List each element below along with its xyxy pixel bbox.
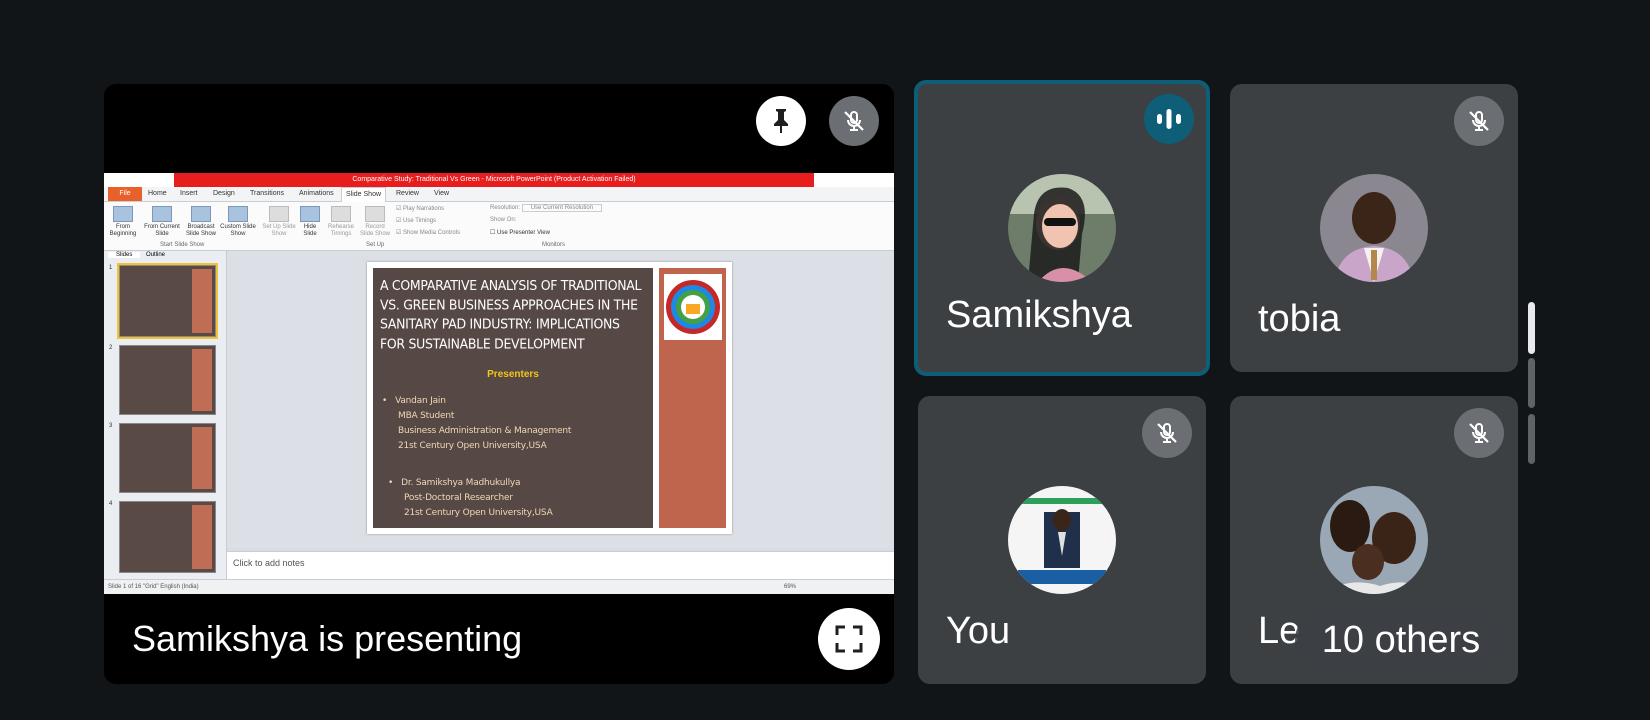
ppt-custom-show: Custom Slide Show: [220, 206, 256, 238]
avatar: [1008, 486, 1116, 594]
pin-button[interactable]: [756, 96, 806, 146]
ppt-pane-tabs: Slides Outline: [104, 251, 226, 261]
avatar: [1320, 486, 1428, 594]
ppt-statusbar: Slide 1 of 16 "Grid" English (India) 69%: [104, 579, 894, 594]
mic-off-icon: [1157, 423, 1177, 443]
ppt-thumb-3: [119, 423, 216, 493]
ppt-tab-animations: Animations: [299, 190, 334, 197]
slide-presenter-2-name: • Dr. Samikshya Madhukullya: [388, 478, 521, 488]
ppt-from-current: From Current Slide: [144, 206, 180, 238]
shared-screen-powerpoint: Comparative Study: Traditional Vs Green …: [104, 173, 894, 594]
ppt-notes-placeholder: Click to add notes: [233, 558, 305, 568]
ppt-current-slide: A COMPARATIVE ANALYSIS OF TRADITIONAL VS…: [367, 262, 732, 534]
ppt-chk-timings: ☑ Use Timings: [396, 218, 437, 224]
ppt-notes-pane: Click to add notes: [227, 551, 894, 580]
ppt-thumb-2: [119, 345, 216, 415]
ppt-ribbon-tabs: File Home Insert Design Transitions Anim…: [104, 187, 894, 202]
slide-presenter-1-name: • Vandan Jain: [382, 396, 446, 406]
ppt-status-left: Slide 1 of 16 "Grid" English (India): [108, 584, 199, 590]
ppt-tab-review: Review: [396, 190, 419, 197]
ppt-record: Record Slide Show: [358, 206, 392, 238]
participant-tile-samikshya[interactable]: Samikshya: [914, 80, 1210, 376]
slide-presenter-1-role: MBA Student: [398, 411, 455, 421]
others-count-chip[interactable]: 10 others: [1295, 608, 1507, 672]
presenter-mic-off-button[interactable]: [829, 96, 879, 146]
fullscreen-button[interactable]: [818, 608, 880, 670]
ppt-group-setup: Set Up: [366, 242, 385, 248]
ppt-thumb-num-4: 4: [109, 501, 113, 507]
ppt-thumb-num-2: 2: [109, 345, 113, 351]
ppt-tab-design: Design: [213, 190, 235, 197]
participant-name-partial: Le: [1258, 610, 1301, 652]
ppt-broadcast: Broadcast Slide Show: [184, 206, 218, 238]
ppt-thumb-num-3: 3: [109, 423, 113, 429]
slide-presenters-heading: Presenters: [487, 369, 539, 380]
presentation-tile[interactable]: Comparative Study: Traditional Vs Green …: [104, 84, 894, 684]
participant-tile-tobia[interactable]: tobia: [1230, 84, 1518, 372]
slide-presenter-1-dept: Business Administration & Management: [398, 426, 572, 436]
you-mic-off-button[interactable]: [1142, 408, 1192, 458]
ppt-chk-media: ☑ Show Media Controls: [396, 230, 461, 236]
ppt-tab-slide-show: Slide Show: [341, 187, 387, 202]
pin-icon: [774, 109, 788, 133]
ppt-chk-presenter-view: ☐ Use Presenter View: [490, 230, 550, 236]
ppt-zoom: 69%: [784, 584, 797, 590]
slide-presenter-2-role: Post-Doctoral Researcher: [404, 493, 513, 503]
ppt-resolution: Resolution: Use Current Resolution: [490, 204, 603, 212]
ppt-rehearse: Rehearse Timings: [326, 206, 356, 238]
fullscreen-icon: [835, 625, 863, 653]
avatar: [1320, 174, 1428, 282]
presenting-caption: Samikshya is presenting: [132, 618, 523, 659]
ppt-slides-pane: Slides Outline 1 2 3 4: [104, 251, 227, 579]
ppt-ribbon: From Beginning From Current Slide Broadc…: [104, 202, 894, 251]
ppt-group-start: Start Slide Show: [160, 242, 205, 248]
ppt-chk-narrations: ☑ Play Narrations: [396, 206, 445, 212]
participant-tile-you[interactable]: You: [918, 396, 1206, 684]
ppt-from-beginning: From Beginning: [106, 206, 140, 238]
scroll-page-2[interactable]: [1528, 358, 1535, 408]
slide-presenter-2-univ: 21st Century Open University,USA: [404, 508, 553, 518]
scroll-thumb[interactable]: [1528, 302, 1535, 354]
mic-off-icon: [844, 111, 864, 131]
mic-off-icon: [1469, 423, 1489, 443]
scroll-page-3[interactable]: [1528, 414, 1535, 464]
university-logo: [664, 274, 722, 340]
ppt-tab-file: File: [108, 187, 142, 201]
ppt-tab-insert: Insert: [180, 190, 198, 197]
ppt-tab-transitions: Transitions: [250, 190, 284, 197]
ppt-hide-slide: Hide Slide: [298, 206, 322, 238]
avatar: [1008, 174, 1116, 282]
slide-presenter-1-univ: 21st Century Open University,USA: [398, 441, 547, 451]
tobia-mic-off: [1454, 96, 1504, 146]
participant-name-tobia: tobia: [1258, 298, 1341, 340]
ppt-titlebar: Comparative Study: Traditional Vs Green …: [104, 173, 894, 187]
mic-off-icon: [1469, 111, 1489, 131]
ppt-tab-view: View: [434, 190, 450, 197]
participant-name-you: You: [946, 610, 1011, 652]
ppt-thumb-4: [119, 501, 216, 573]
participant-name-samikshya: Samikshya: [946, 294, 1132, 336]
speaking-indicator: [1144, 94, 1194, 144]
fourth-mic-off: [1454, 408, 1504, 458]
ppt-thumb-1: [117, 263, 218, 339]
ppt-group-monitors: Monitors: [542, 242, 566, 248]
ppt-thumb-num-1: 1: [109, 265, 113, 271]
ppt-setup-show: Set Up Slide Show: [262, 206, 296, 238]
ppt-show-on: Show On:: [490, 217, 517, 223]
ppt-window-title: Comparative Study: Traditional Vs Green …: [174, 173, 814, 187]
ppt-tab-home: Home: [148, 190, 167, 197]
slide-title: A COMPARATIVE ANALYSIS OF TRADITIONAL VS…: [380, 277, 642, 352]
speaking-indicator-icon: [1157, 109, 1181, 129]
